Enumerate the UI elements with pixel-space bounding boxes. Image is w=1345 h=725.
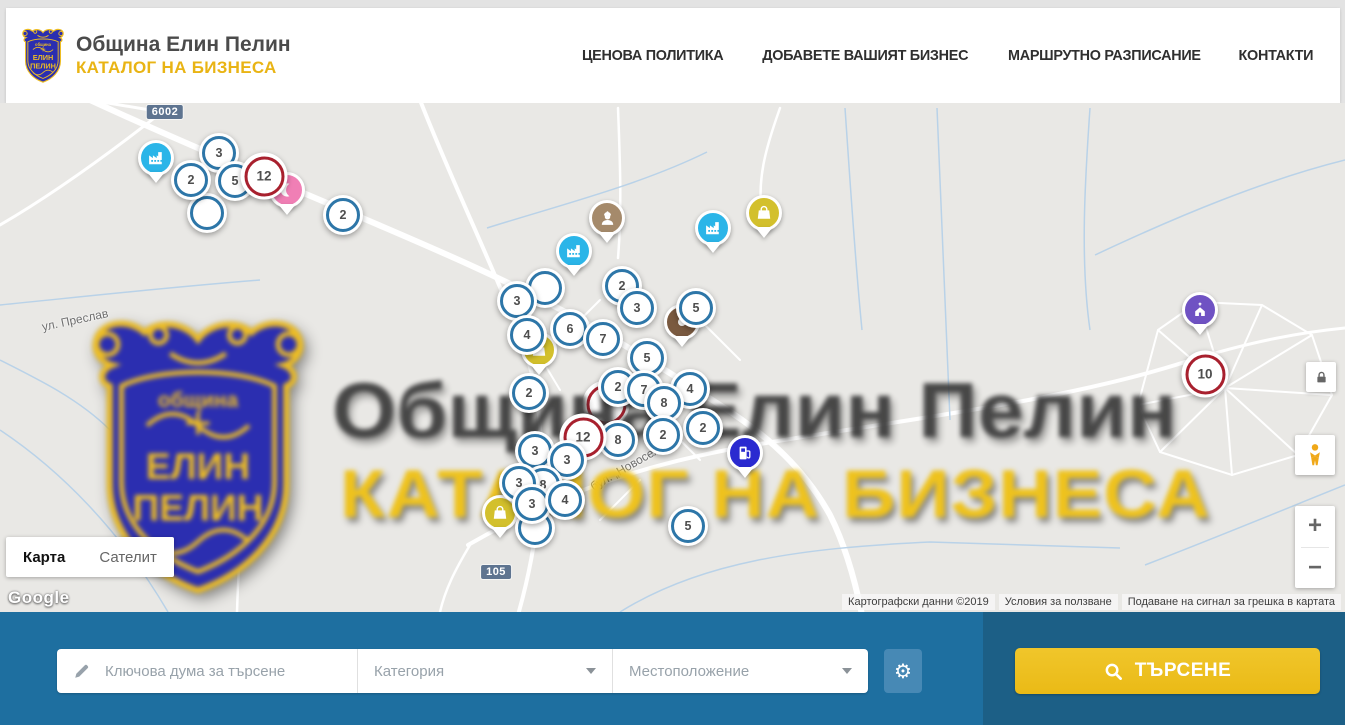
site-logo[interactable]: Община Елин Пелин КАТАЛОГ НА БИЗНЕСА — [20, 28, 291, 84]
cluster-count: 2 — [646, 418, 680, 452]
google-logo[interactable]: Google — [8, 588, 70, 608]
zoom-out-button[interactable]: − — [1295, 548, 1335, 589]
pegman-icon — [1302, 442, 1328, 468]
pin-tail — [1191, 324, 1209, 344]
bag-pin[interactable] — [746, 195, 782, 231]
keyword-search-input[interactable] — [103, 662, 345, 681]
keyword-field — [57, 649, 357, 693]
chevron-down-icon — [586, 668, 596, 674]
cluster-count: 12 — [244, 156, 284, 196]
factory-pin[interactable] — [695, 210, 731, 246]
map-canvas[interactable]: 6002105ул. Преславбул. „Новосел 3 Община… — [0, 103, 1345, 612]
cluster-count: 3 — [515, 487, 549, 521]
cluster-marker[interactable]: 5 — [676, 288, 716, 328]
cluster-count: 2 — [174, 163, 208, 197]
cluster-count: 6 — [553, 312, 587, 346]
search-fields: Категория Местоположение — [57, 649, 868, 693]
chevron-down-icon — [842, 668, 852, 674]
cluster-count: 10 — [1185, 354, 1225, 394]
zoom-in-button[interactable]: + — [1295, 506, 1335, 547]
factory-icon — [556, 233, 592, 269]
cluster-count: 4 — [510, 318, 544, 352]
map-attribution: Картографски данни ©2019 Условия за полз… — [842, 594, 1341, 610]
map-type-satellite-button[interactable]: Сателит — [82, 549, 174, 566]
cluster-marker[interactable]: 2 — [683, 408, 723, 448]
cluster-marker[interactable]: 3 — [617, 288, 657, 328]
site-title: Община Елин Пелин — [76, 33, 291, 57]
nav-route-schedule[interactable]: МАРШРУТНО РАЗПИСАНИЕ — [1008, 47, 1201, 64]
lock-icon — [1314, 370, 1329, 385]
pencil-icon — [73, 662, 91, 680]
cluster-count: 3 — [620, 291, 654, 325]
search-button[interactable]: ТЪРСЕНЕ — [1015, 648, 1320, 694]
worker-icon — [589, 200, 625, 236]
cluster-marker[interactable]: 7 — [583, 319, 623, 359]
factory-icon — [695, 210, 731, 246]
search-button-label: ТЪРСЕНЕ — [1135, 660, 1232, 682]
advanced-search-button[interactable]: ⚙ — [884, 649, 922, 693]
cluster-count: 2 — [686, 411, 720, 445]
pin-tail — [147, 172, 165, 192]
header: Община Елин Пелин КАТАЛОГ НА БИЗНЕСА ЦЕН… — [6, 8, 1340, 103]
worker-pin[interactable] — [589, 200, 625, 236]
location-select[interactable]: Местоположение — [612, 649, 868, 693]
pin-tail — [598, 232, 616, 252]
map-type-map-button[interactable]: Карта — [6, 549, 82, 566]
cluster-marker[interactable]: 2 — [509, 373, 549, 413]
cluster-count: 7 — [586, 322, 620, 356]
attribution-copyright: Картографски данни ©2019 — [842, 594, 995, 610]
cluster-marker[interactable]: 2 — [323, 195, 363, 235]
category-select-value: Категория — [374, 663, 444, 680]
zoom-control: + − — [1295, 506, 1335, 588]
pin-tail — [491, 527, 509, 547]
markers-layer: 32512223564752274828212338334510 — [0, 103, 1345, 612]
municipality-crest-icon — [20, 28, 66, 84]
nav-contacts[interactable]: КОНТАКТИ — [1239, 47, 1314, 64]
fuel-icon — [727, 435, 763, 471]
page: Община Елин Пелин КАТАЛОГ НА БИЗНЕСА ЦЕН… — [0, 0, 1345, 725]
search-icon — [1104, 662, 1123, 681]
report-error-link[interactable]: Подаване на сигнал за грешка в картата — [1122, 594, 1341, 610]
pin-tail — [755, 227, 773, 247]
fullscreen-lock-button[interactable] — [1306, 362, 1336, 392]
cluster-count: 5 — [671, 509, 705, 543]
church-pin[interactable] — [1182, 292, 1218, 328]
factory-pin[interactable] — [138, 140, 174, 176]
pin-tail — [278, 204, 296, 224]
factory-pin[interactable] — [556, 233, 592, 269]
map-type-control: Карта Сателит — [6, 537, 174, 577]
terms-link[interactable]: Условия за ползване — [999, 594, 1118, 610]
cluster-marker[interactable]: 2 — [643, 415, 683, 455]
nav-pricing-policy[interactable]: ЦЕНОВА ПОЛИТИКА — [582, 47, 723, 64]
factory-icon — [138, 140, 174, 176]
main-nav: ЦЕНОВА ПОЛИТИКА ДОБАВЕТЕ ВАШИЯТ БИЗНЕС М… — [579, 8, 1315, 103]
fuel-pin[interactable] — [727, 435, 763, 471]
bag-icon — [746, 195, 782, 231]
cluster-marker[interactable]: 4 — [545, 480, 585, 520]
cluster-marker[interactable]: 2 — [171, 160, 211, 200]
street-view-pegman-button[interactable] — [1295, 435, 1335, 475]
gear-icon: ⚙ — [894, 659, 912, 684]
category-select[interactable]: Категория — [357, 649, 612, 693]
cluster-marker[interactable]: 10 — [1182, 351, 1229, 398]
church-icon — [1182, 292, 1218, 328]
pin-tail — [565, 265, 583, 285]
cluster-marker[interactable]: 12 — [241, 153, 288, 200]
cluster-marker[interactable]: 5 — [668, 506, 708, 546]
location-select-value: Местоположение — [629, 663, 749, 680]
cluster-count: 2 — [512, 376, 546, 410]
search-bar: Категория Местоположение ⚙ ТЪРСЕНЕ — [0, 612, 1345, 725]
cluster-marker[interactable]: 4 — [507, 315, 547, 355]
site-subtitle: КАТАЛОГ НА БИЗНЕСА — [76, 58, 291, 78]
cluster-count: 4 — [548, 483, 582, 517]
pin-tail — [736, 467, 754, 487]
pin-tail — [704, 242, 722, 262]
cluster-count: 5 — [679, 291, 713, 325]
cluster-count: 2 — [326, 198, 360, 232]
nav-add-business[interactable]: ДОБАВЕТЕ ВАШИЯТ БИЗНЕС — [762, 47, 968, 64]
